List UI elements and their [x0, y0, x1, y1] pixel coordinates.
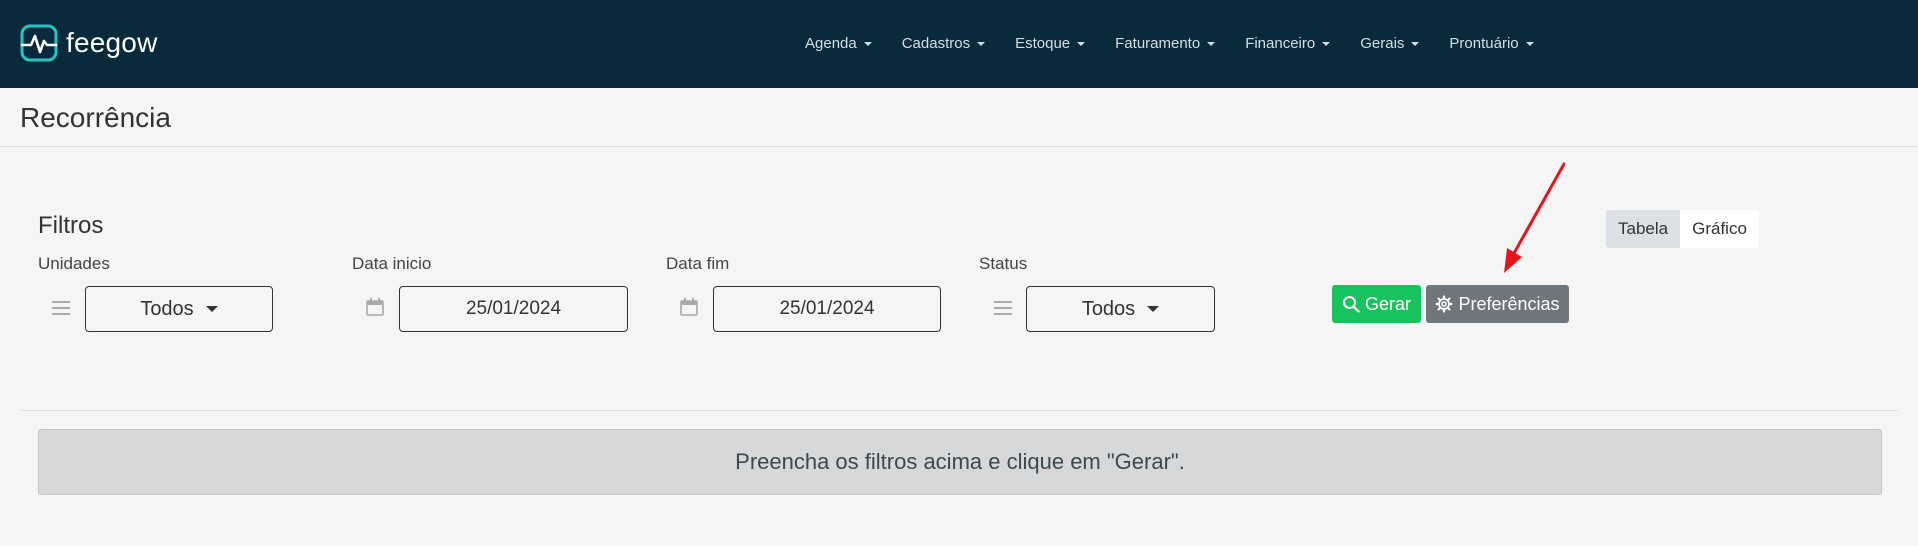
brand-name: feegow [66, 27, 158, 58]
search-icon [1342, 295, 1360, 313]
caret-down-icon [977, 41, 986, 46]
gerar-button[interactable]: Gerar [1332, 285, 1421, 323]
info-alert: Preencha os filtros acima e clique em "G… [38, 429, 1882, 495]
alert-message: Preencha os filtros acima e clique em "G… [735, 449, 1185, 474]
menu-financeiro[interactable]: Financeiro [1245, 35, 1331, 52]
status-dropdown[interactable]: Todos [1026, 286, 1215, 332]
unidades-label: Unidades [38, 254, 110, 273]
data-inicio-input[interactable] [399, 286, 628, 332]
caret-down-icon [1525, 41, 1534, 46]
menu-prontuario[interactable]: Prontuário [1449, 35, 1534, 52]
caret-down-icon [1147, 306, 1160, 312]
menu-faturamento-label: Faturamento [1115, 35, 1201, 52]
menu-faturamento[interactable]: Faturamento [1115, 35, 1216, 52]
status-value: Todos [1081, 297, 1136, 320]
gear-icon [1435, 295, 1454, 313]
menu-estoque-label: Estoque [1015, 35, 1071, 52]
caret-down-icon [1322, 41, 1331, 46]
title-divider [0, 146, 1918, 147]
data-fim-input[interactable] [713, 286, 941, 332]
caret-down-icon [1411, 41, 1420, 46]
section-divider [20, 410, 1898, 411]
grafico-toggle[interactable]: Gráfico [1680, 210, 1759, 248]
caret-down-icon [863, 41, 872, 46]
page-title: Recorrência [20, 102, 171, 133]
list-icon [994, 298, 1012, 320]
menu-gerais-label: Gerais [1360, 35, 1405, 52]
menu-cadastros[interactable]: Cadastros [901, 35, 986, 52]
menu-agenda-label: Agenda [805, 35, 857, 52]
calendar-icon [680, 298, 698, 320]
preferencias-button[interactable]: Preferências [1426, 285, 1569, 323]
unidades-value: Todos [140, 297, 194, 320]
menu-estoque[interactable]: Estoque [1015, 35, 1086, 52]
menu-financeiro-label: Financeiro [1245, 35, 1316, 52]
heartbeat-logo-icon [20, 24, 58, 62]
caret-down-icon [205, 306, 218, 312]
list-icon [52, 298, 70, 320]
top-navbar: feegow Agenda Cadastros Estoque Faturame… [0, 0, 1918, 88]
unidades-dropdown[interactable]: Todos [85, 286, 273, 332]
menu-agenda[interactable]: Agenda [805, 35, 872, 52]
data-fim-label: Data fim [666, 254, 730, 273]
caret-down-icon [1077, 41, 1086, 46]
view-toggle: Tabela Gráfico [1606, 210, 1759, 248]
brand-logo-link[interactable]: feegow [20, 23, 158, 63]
caret-down-icon [1207, 41, 1216, 46]
status-label: Status [979, 254, 1028, 273]
preferencias-label: Preferências [1458, 293, 1560, 314]
menu-gerais[interactable]: Gerais [1360, 35, 1420, 52]
menu-prontuario-label: Prontuário [1449, 35, 1519, 52]
annotation-arrow-icon [1504, 162, 1565, 273]
gerar-label: Gerar [1364, 293, 1411, 314]
menu-cadastros-label: Cadastros [901, 35, 971, 52]
tabela-toggle[interactable]: Tabela [1606, 210, 1681, 248]
data-inicio-label: Data inicio [352, 254, 432, 273]
calendar-icon [366, 298, 384, 320]
main-menu: Agenda Cadastros Estoque Faturamento Fin… [805, 35, 1534, 52]
filters-title: Filtros [38, 212, 104, 239]
